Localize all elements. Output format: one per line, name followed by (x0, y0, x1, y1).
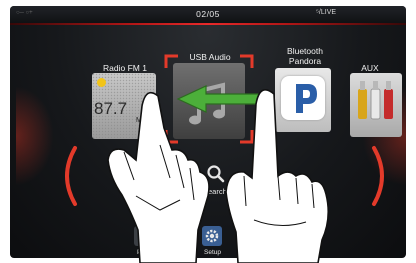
search-icon[interactable] (206, 164, 226, 184)
display-panel: ○─ ○+ 02/05 ⁵/LIVE Radio FM 1 87.7 MHz U… (10, 6, 406, 258)
setup-button[interactable] (202, 226, 222, 246)
tile-label-radio: Radio FM 1 (103, 63, 147, 73)
search-label: Search (203, 187, 227, 196)
car-infotainment-screen: ○─ ○+ 02/05 ⁵/LIVE Radio FM 1 87.7 MHz U… (0, 0, 416, 263)
tile-label-bluetooth: Bluetooth Pandora (270, 46, 340, 66)
phone-label: Phone (137, 249, 156, 256)
left-scroll-arc[interactable] (55, 144, 79, 208)
tile-label-aux: AUX (361, 63, 379, 73)
left-glow (16, 86, 54, 186)
setup-label: Setup (204, 249, 221, 256)
right-scroll-arc[interactable] (370, 144, 394, 208)
live-label: LIVE (320, 9, 337, 16)
live-indicator: ⁵/LIVE (316, 9, 337, 16)
radio-unit: MHz (136, 117, 151, 124)
radio-tile[interactable]: 87.7 MHz (92, 73, 156, 139)
phone-button[interactable] (134, 226, 154, 246)
aux-tile[interactable] (350, 73, 402, 137)
rca-cable-icon (358, 81, 393, 120)
tile-label-bluetooth-line2: Pandora (288, 56, 322, 66)
play-circle-icon (97, 78, 106, 87)
top-red-line (10, 23, 406, 25)
pandora-logo-icon (281, 76, 325, 120)
gear-icon (205, 229, 219, 243)
left-arrow-icon (176, 85, 271, 113)
radio-frequency: 87.7 (94, 99, 128, 118)
bluetooth-pandora-tile[interactable] (275, 68, 331, 132)
page-indicator: 02/05 (196, 9, 220, 19)
tile-label-bluetooth-line1: Bluetooth (287, 46, 323, 56)
